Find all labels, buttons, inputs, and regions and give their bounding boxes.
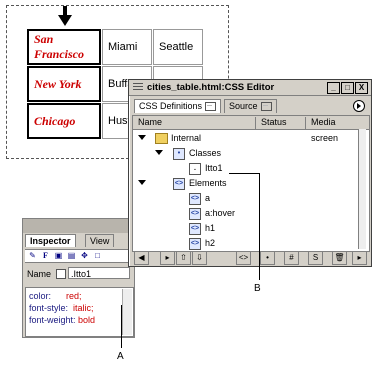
code-line: font-style: italic; [29, 303, 94, 313]
element-icon: <> [189, 208, 201, 220]
scroll-right-button[interactable]: ▸ [352, 251, 367, 265]
rule-label: Internal [171, 133, 202, 143]
tab-source[interactable]: Source [224, 99, 277, 113]
source-icon [260, 102, 272, 112]
name-field[interactable]: .Itto1 [68, 267, 130, 279]
code-prop: font-style: [29, 303, 69, 313]
code-prop: font-weight: [29, 315, 76, 325]
column-header-status[interactable]: Status [261, 117, 287, 127]
list-item[interactable]: <> Elements [133, 176, 359, 191]
scroll-left-button[interactable]: ◀ [134, 251, 149, 265]
new-element-rule-button[interactable]: <> [236, 251, 251, 265]
box-icon[interactable]: ▣ [54, 251, 63, 260]
expand-triangle-icon[interactable] [155, 150, 163, 155]
arrow-down-icon [58, 6, 72, 26]
move-up-button[interactable]: ⇧ [176, 251, 191, 265]
rule-label: a:hover [205, 208, 236, 218]
expand-triangle-icon[interactable] [138, 135, 146, 140]
rule-media: screen [311, 133, 339, 143]
title-bar[interactable]: cities_table.html:CSS Editor _ □ X [129, 80, 371, 96]
close-button[interactable]: X [355, 82, 368, 94]
editor-toolbar: ◀ ▸ ⇧ ⇩ <> • # S 🗑 ▸ [132, 251, 368, 265]
callout-b-line [229, 173, 260, 174]
background-icon[interactable]: ▤ [67, 251, 76, 260]
list-item[interactable]: <> h2 [133, 236, 359, 251]
table-row: San Francisco Miami Seattle [27, 29, 203, 65]
tab-label: Source [229, 101, 258, 111]
city-cell[interactable]: New York [27, 66, 101, 102]
options-menu-icon[interactable] [353, 100, 365, 112]
maximize-button[interactable]: □ [341, 82, 354, 94]
grip-icon [133, 83, 143, 92]
folder-icon [155, 133, 168, 144]
new-id-rule-button[interactable]: # [284, 251, 299, 265]
inspector-drag-bar[interactable] [23, 219, 134, 233]
callout-b-line [259, 173, 260, 280]
rule-label: h2 [205, 238, 216, 248]
element-icon: <> [189, 193, 201, 205]
border-icon[interactable]: □ [93, 251, 102, 260]
scrollbar[interactable] [358, 129, 366, 249]
tab-view[interactable]: View [85, 234, 115, 247]
list-item[interactable]: <> a:hover [133, 206, 359, 221]
code-prop: color: [29, 291, 52, 301]
city-cell[interactable]: Chicago [27, 103, 101, 139]
new-style-sheet-button[interactable]: S [308, 251, 323, 265]
tab-label: CSS Definitions [139, 101, 203, 111]
inspector-panel: Inspector View ✎ F ▣ ▤ ✥ □ Name .Itto1 c… [22, 218, 135, 338]
table-cell[interactable]: Miami [102, 29, 152, 65]
definitions-icon [205, 102, 217, 112]
code-line: font-weight: bold [29, 315, 95, 325]
elements-icon: <> [173, 178, 185, 190]
tab-inspector[interactable]: Inspector [25, 234, 76, 247]
inspector-icon-bar: ✎ F ▣ ▤ ✥ □ [25, 249, 132, 263]
callout-a-label: A [117, 351, 124, 362]
name-label: Name [27, 269, 52, 279]
tab-css-definitions[interactable]: CSS Definitions [134, 99, 222, 113]
style-icon: . [189, 163, 201, 175]
column-header-name[interactable]: Name [138, 117, 162, 127]
list-item[interactable]: <> h1 [133, 221, 359, 236]
trash-icon[interactable]: 🗑 [332, 251, 347, 265]
position-icon[interactable]: ✥ [80, 251, 89, 260]
callout-a-line [121, 305, 122, 348]
editor-tabs: CSS Definitions Source [132, 99, 368, 113]
pencil-icon[interactable]: ✎ [28, 251, 37, 260]
list-header: Name Status Media [133, 116, 369, 130]
css-rules-list: Name Status Media Internal screen • Clas… [132, 115, 370, 252]
rule-label: a [205, 193, 211, 203]
rule-label: h1 [205, 223, 216, 233]
expand-button[interactable]: ▸ [160, 251, 175, 265]
rule-label: Itto1 [205, 163, 223, 173]
code-value: bold [78, 315, 96, 325]
code-value: red; [66, 291, 82, 301]
code-value: italic; [73, 303, 94, 313]
css-code-area[interactable]: color: red; font-style: italic; font-wei… [25, 287, 134, 337]
list-item[interactable]: <> a [133, 191, 359, 206]
scrollbar[interactable] [122, 289, 132, 335]
class-icon [56, 269, 66, 279]
column-header-media[interactable]: Media [311, 117, 336, 127]
table-cell[interactable]: Seattle [153, 29, 203, 65]
rule-label: Classes [189, 148, 222, 158]
font-icon[interactable]: F [41, 251, 50, 260]
callout-b-label: B [254, 283, 261, 294]
list-item[interactable]: • Classes [133, 146, 359, 161]
list-item[interactable]: Internal screen [133, 131, 359, 146]
element-icon: <> [189, 238, 201, 250]
class-icon: • [173, 148, 185, 160]
code-line: color: red; [29, 291, 82, 301]
element-icon: <> [189, 223, 201, 235]
window-title: cities_table.html:CSS Editor [147, 82, 275, 93]
new-class-rule-button[interactable]: • [260, 251, 275, 265]
move-down-button[interactable]: ⇩ [192, 251, 207, 265]
expand-triangle-icon[interactable] [138, 180, 146, 185]
rule-label: Elements [189, 178, 227, 188]
minimize-button[interactable]: _ [327, 82, 340, 94]
city-cell[interactable]: San Francisco [27, 29, 101, 65]
